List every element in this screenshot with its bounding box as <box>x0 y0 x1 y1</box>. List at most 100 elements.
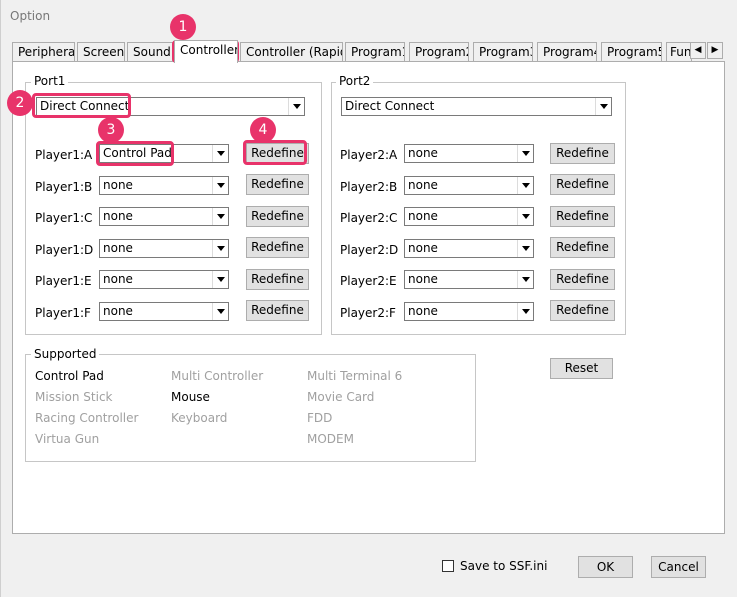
player2-c-label: Player2:C <box>340 211 398 225</box>
tab-program4[interactable]: Program4 <box>537 42 597 62</box>
supported-movie-card: Movie Card <box>307 390 375 404</box>
supported-keyboard: Keyboard <box>171 411 228 425</box>
window-title: Option <box>10 9 51 23</box>
chevron-down-icon[interactable] <box>595 98 611 115</box>
player2-a-select[interactable]: none <box>404 144 534 163</box>
player2-a-redefine-button[interactable]: Redefine <box>550 143 615 164</box>
player1-e-value: none <box>103 272 133 286</box>
player2-e-redefine-button[interactable]: Redefine <box>550 269 615 290</box>
chevron-down-icon[interactable] <box>517 303 533 320</box>
player2-d-select[interactable]: none <box>404 239 534 258</box>
player2-c-value: none <box>408 209 438 223</box>
reset-button[interactable]: Reset <box>550 358 613 379</box>
player1-c-label: Player1:C <box>35 211 93 225</box>
player1-f-label: Player1:F <box>35 306 91 320</box>
player1-f-redefine-button[interactable]: Redefine <box>246 300 309 321</box>
window-frame <box>0 0 1 597</box>
ok-button[interactable]: OK <box>578 556 633 578</box>
player1-d-label: Player1:D <box>35 243 94 257</box>
player1-c-value: none <box>103 209 133 223</box>
player2-b-label: Player2:B <box>340 180 398 194</box>
player1-d-value: none <box>103 241 133 255</box>
cancel-button[interactable]: Cancel <box>651 556 706 578</box>
player2-e-select[interactable]: none <box>404 270 534 289</box>
save-to-ini-checkbox[interactable] <box>442 560 454 572</box>
player2-a-label: Player2:A <box>340 148 398 162</box>
highlight-port1-connection <box>32 93 131 118</box>
player2-f-select[interactable]: none <box>404 302 534 321</box>
supported-mouse: Mouse <box>171 390 210 404</box>
save-to-ini-label[interactable]: Save to SSF.ini <box>460 559 547 573</box>
tab-peripheral[interactable]: Peripheral <box>12 42 75 62</box>
port2-connection-value: Direct Connect <box>345 99 435 113</box>
chevron-down-icon[interactable] <box>212 145 228 162</box>
player2-f-redefine-button[interactable]: Redefine <box>550 300 615 321</box>
tab-controller-rapid[interactable]: Controller (Rapid) <box>240 42 343 62</box>
chevron-down-icon[interactable] <box>517 145 533 162</box>
player2-b-select[interactable]: none <box>404 176 534 195</box>
player2-d-label: Player2:D <box>340 243 399 257</box>
chevron-down-icon[interactable] <box>517 271 533 288</box>
player1-e-label: Player1:E <box>35 274 92 288</box>
tab-program1[interactable]: Program1 <box>345 42 405 62</box>
supported-virtua-gun: Virtua Gun <box>35 432 100 446</box>
annotation-badge-1: 1 <box>170 14 196 40</box>
tab-program5[interactable]: Program5 <box>601 42 662 62</box>
annotation-badge-3: 3 <box>98 117 124 143</box>
player1-f-select[interactable]: none <box>99 302 229 321</box>
player2-e-value: none <box>408 272 438 286</box>
player1-e-select[interactable]: none <box>99 270 229 289</box>
player2-f-value: none <box>408 304 438 318</box>
player1-a-label: Player1:A <box>35 148 93 162</box>
player1-f-value: none <box>103 304 133 318</box>
player2-b-value: none <box>408 178 438 192</box>
chevron-down-icon[interactable] <box>517 208 533 225</box>
player1-b-label: Player1:B <box>35 180 93 194</box>
player1-b-value: none <box>103 178 133 192</box>
chevron-down-icon[interactable] <box>517 177 533 194</box>
chevron-down-icon[interactable] <box>212 208 228 225</box>
player2-f-label: Player2:F <box>340 306 396 320</box>
highlight-player1-a-select <box>96 141 174 166</box>
highlight-player1-a-redefine <box>243 140 307 165</box>
chevron-down-icon[interactable] <box>288 98 304 115</box>
tab-program2[interactable]: Program2 <box>409 42 469 62</box>
supported-modem: MODEM <box>307 432 354 446</box>
player1-b-redefine-button[interactable]: Redefine <box>246 174 309 195</box>
supported-multi-terminal-6: Multi Terminal 6 <box>307 369 403 383</box>
tab-controller[interactable]: Controller <box>174 40 238 63</box>
port1-title: Port1 <box>31 74 69 88</box>
player1-c-redefine-button[interactable]: Redefine <box>246 206 309 227</box>
player1-d-redefine-button[interactable]: Redefine <box>246 237 309 258</box>
tab-program3[interactable]: Program3 <box>473 42 533 62</box>
supported-title: Supported <box>31 347 100 361</box>
player2-c-redefine-button[interactable]: Redefine <box>550 206 615 227</box>
chevron-down-icon[interactable] <box>212 271 228 288</box>
tab-scroll-left-icon[interactable]: ◀ <box>690 42 706 59</box>
chevron-down-icon[interactable] <box>212 240 228 257</box>
tab-sound[interactable]: Sound <box>127 42 173 62</box>
supported-mission-stick: Mission Stick <box>35 390 113 404</box>
player2-d-redefine-button[interactable]: Redefine <box>550 237 615 258</box>
supported-control-pad: Control Pad <box>35 369 104 383</box>
port2-title: Port2 <box>336 74 374 88</box>
player2-c-select[interactable]: none <box>404 207 534 226</box>
tab-fun[interactable]: Fun <box>666 42 692 62</box>
player1-e-redefine-button[interactable]: Redefine <box>246 269 309 290</box>
player1-b-select[interactable]: none <box>99 176 229 195</box>
player1-d-select[interactable]: none <box>99 239 229 258</box>
supported-multi-controller: Multi Controller <box>171 369 264 383</box>
annotation-badge-4: 4 <box>250 117 276 143</box>
player1-c-select[interactable]: none <box>99 207 229 226</box>
chevron-down-icon[interactable] <box>212 303 228 320</box>
player2-b-redefine-button[interactable]: Redefine <box>550 174 615 195</box>
tab-screen[interactable]: Screen <box>77 42 125 62</box>
player2-a-value: none <box>408 146 438 160</box>
tab-scroll-right-icon[interactable]: ▶ <box>707 42 723 59</box>
player2-d-value: none <box>408 241 438 255</box>
chevron-down-icon[interactable] <box>212 177 228 194</box>
annotation-badge-2: 2 <box>7 90 33 116</box>
supported-fdd: FDD <box>307 411 333 425</box>
port2-connection-select[interactable]: Direct Connect <box>341 97 612 116</box>
chevron-down-icon[interactable] <box>517 240 533 257</box>
